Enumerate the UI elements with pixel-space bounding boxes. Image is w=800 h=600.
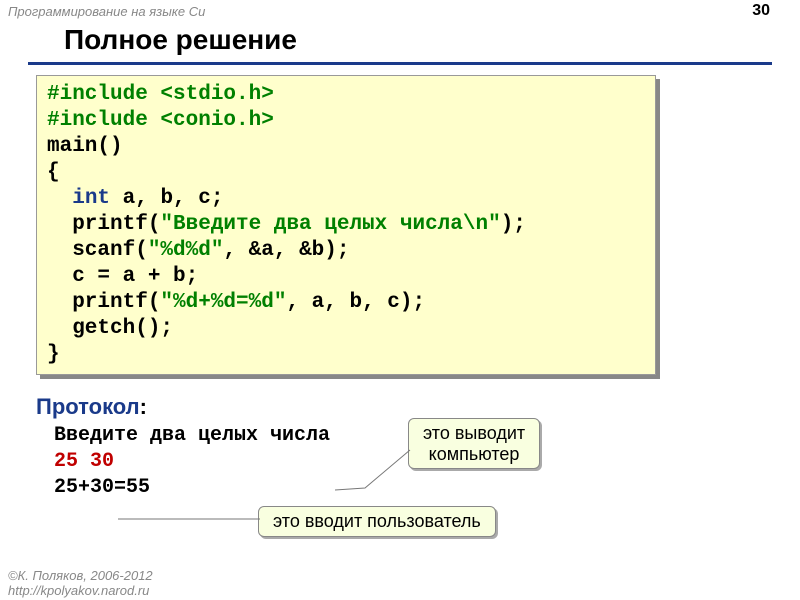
code-line: #include <stdio.h> [47,83,274,106]
protocol-output: 25+30=55 [54,475,800,501]
footer-url: http://kpolyakov.narod.ru [8,584,153,598]
code-string: "Введите два целых числа\n" [160,213,500,236]
code-line: printf( [47,291,160,314]
footer: ©К. Поляков, 2006-2012 http://kpolyakov.… [8,569,153,598]
code-string: "%d%d" [148,239,224,262]
code-line: a, b, c; [110,187,223,210]
code-keyword: int [72,187,110,210]
page-number: 30 [752,2,770,20]
callout-user: это вводит пользователь [258,506,496,537]
code-line: scanf( [47,239,148,262]
code-line: main() [47,135,123,158]
callout-computer: это выводит компьютер [408,418,540,469]
header-bar: Программирование на языке Си 30 [0,0,800,22]
protocol-label: Протокол: [36,394,147,419]
code-line: printf( [47,213,160,236]
code-line: , a, b, c); [286,291,425,314]
code-line: ); [501,213,526,236]
code-line: #include <conio.h> [47,109,274,132]
footer-copyright: ©К. Поляков, 2006-2012 [8,569,153,583]
code-line: getch(); [47,317,173,340]
callout-connector [118,513,263,525]
code-line [47,187,72,210]
slide-title: Полное решение [28,22,772,65]
course-label: Программирование на языке Си [8,4,205,19]
code-line: } [47,343,60,366]
code-line: , &a, &b); [223,239,349,262]
code-line: { [47,161,60,184]
code-string: "%d+%d=%d" [160,291,286,314]
code-line: c = a + b; [47,265,198,288]
code-block: #include <stdio.h> #include <conio.h> ma… [36,75,656,375]
